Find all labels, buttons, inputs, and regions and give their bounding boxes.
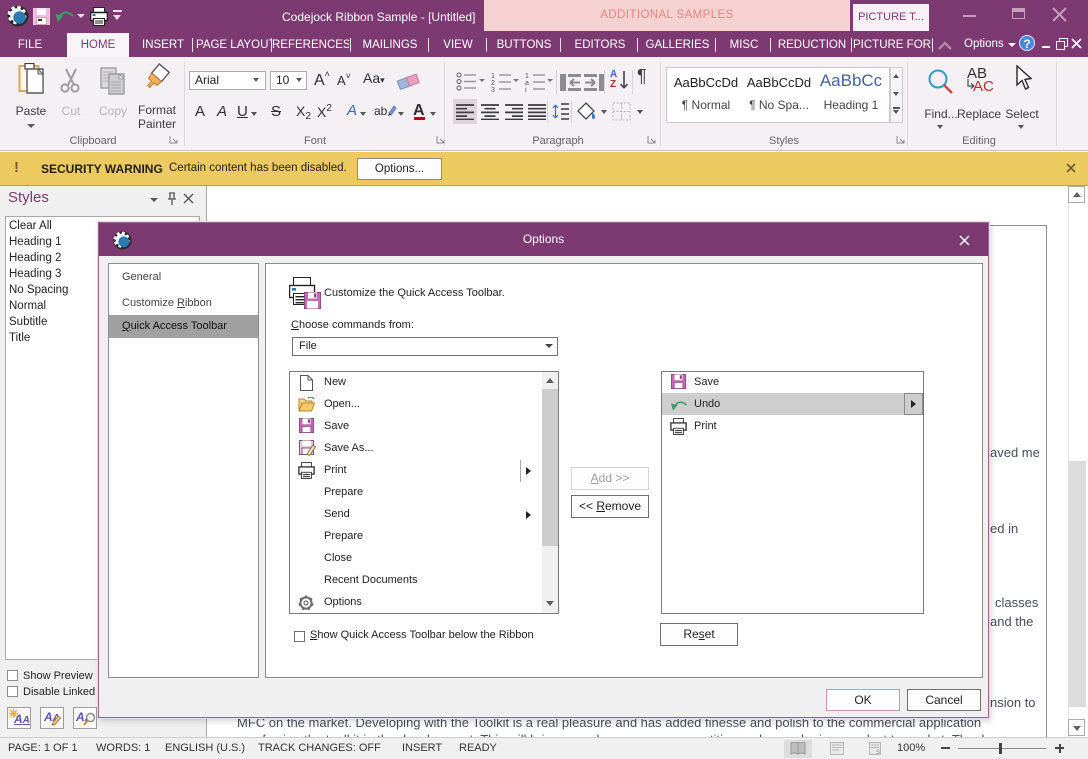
svg-text:1: 1 — [491, 73, 495, 80]
svg-text:a: a — [525, 80, 529, 87]
svg-text:1: 1 — [525, 73, 529, 80]
svg-text:i: i — [525, 87, 527, 92]
svg-text:3: 3 — [491, 87, 495, 92]
svg-text:2: 2 — [491, 80, 495, 87]
svg-text:s: s — [876, 747, 880, 755]
